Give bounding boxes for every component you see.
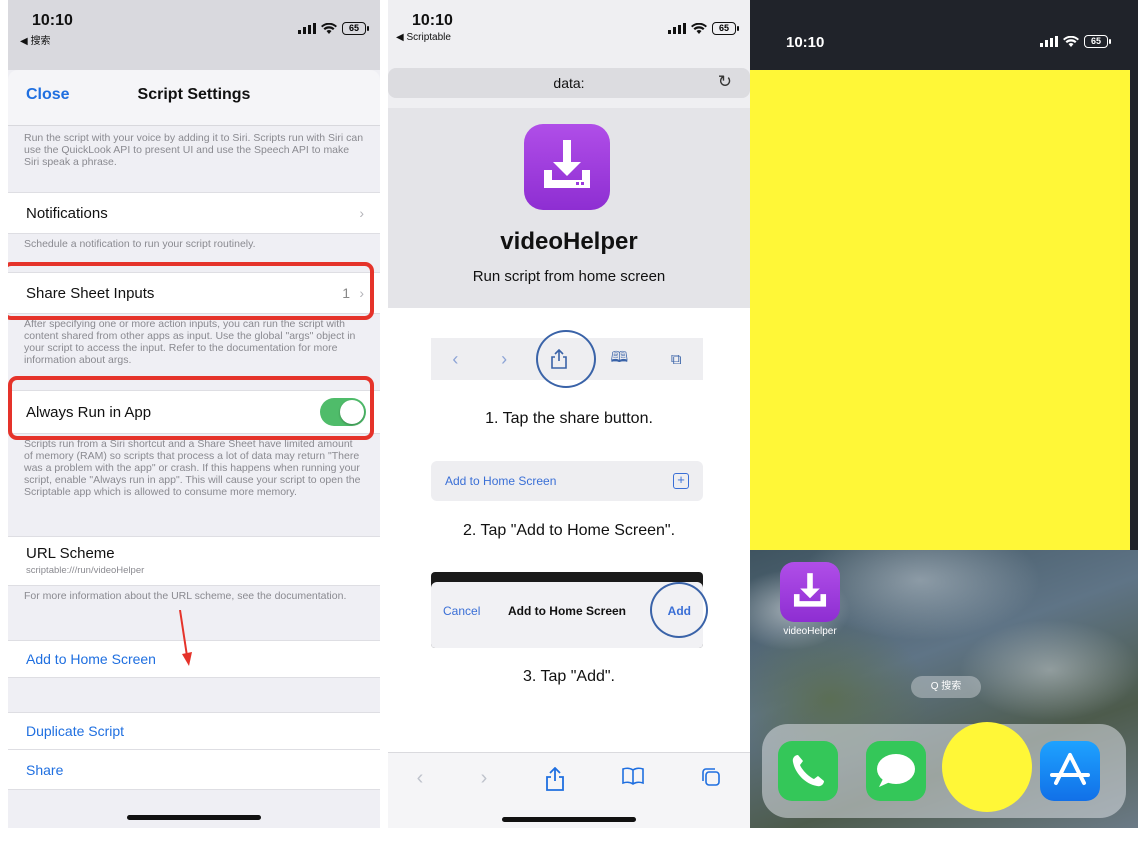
arrow-down-icon: [179, 610, 192, 666]
app-store-icon[interactable]: [1040, 741, 1100, 801]
battery-icon: 65: [1084, 35, 1111, 48]
home-indicator: [502, 817, 636, 822]
battery-icon: 65: [712, 22, 739, 35]
forward-icon[interactable]: ›: [481, 767, 488, 828]
app-subtitle: Run script from home screen: [472, 268, 666, 285]
highlight-share-sheet: [8, 262, 374, 320]
step-1-text: 1. Tap the share button.: [485, 410, 653, 427]
share-button[interactable]: Share: [8, 750, 380, 790]
demo-add-label: Add to Home Screen: [445, 474, 557, 488]
battery-icon: 65: [342, 22, 369, 35]
app-hero: videoHelper Run script from home screen: [388, 108, 750, 308]
redaction-block: [750, 70, 1130, 550]
notifications-note: Schedule a notification to run your scri…: [24, 238, 256, 250]
videohelper-app-label: videoHelper: [783, 626, 837, 637]
duplicate-script-button[interactable]: Duplicate Script: [8, 712, 380, 750]
status-time: 10:10: [786, 34, 825, 51]
add-highlight-circle: [650, 582, 708, 638]
url-scheme-value: scriptable:///run/videoHelper: [26, 565, 145, 576]
status-time: 10:10: [412, 12, 453, 29]
home-indicator: [127, 815, 261, 820]
url-scheme-row[interactable]: URL Scheme scriptable:///run/videoHelper: [8, 536, 380, 586]
app-name: videoHelper: [500, 228, 638, 255]
page-title: Script Settings: [137, 86, 251, 103]
redacted-app-icon: [942, 722, 1032, 812]
bookmarks-icon[interactable]: [622, 767, 644, 785]
highlight-always-run: [8, 376, 374, 440]
phone-icon[interactable]: [778, 741, 838, 801]
signal-icon: [668, 23, 686, 34]
demo-add-to-home-row: Add to Home Screen +: [431, 461, 703, 501]
siri-note: Run the script with your voice by adding…: [24, 132, 364, 168]
back-icon[interactable]: ‹: [417, 767, 424, 828]
back-to-app-link[interactable]: ◀ Scriptable: [396, 32, 451, 43]
status-bar: 10:10 ◀ Scriptable 65: [388, 0, 750, 66]
wifi-icon: [691, 22, 707, 34]
forward-icon: ›: [501, 348, 508, 369]
tabs-icon[interactable]: [701, 767, 721, 787]
home-search-button[interactable]: Q 搜索: [911, 676, 981, 698]
share-icon[interactable]: [545, 767, 565, 791]
system-icons: 65: [298, 22, 369, 35]
back-icon: ‹: [452, 348, 459, 369]
tabs-icon: ⧉: [670, 350, 682, 368]
download-icon: [524, 124, 610, 210]
wifi-icon: [321, 22, 337, 34]
notifications-row[interactable]: Notifications ›: [8, 192, 380, 234]
bookmarks-icon: 🕮: [610, 348, 629, 366]
nav-bar: Close Script Settings: [8, 70, 380, 126]
share-sheet-note: After specifying one or more action inpu…: [24, 318, 356, 366]
reload-icon[interactable]: ↻: [718, 72, 732, 92]
share-highlight-circle: [536, 330, 596, 388]
signal-icon: [298, 23, 316, 34]
chevron-right-icon: ›: [359, 205, 364, 221]
always-run-note: Scripts run from a Siri shortcut and a S…: [24, 438, 361, 498]
step-3-text: 3. Tap "Add".: [522, 668, 615, 685]
url-scheme-note: For more information about the URL schem…: [24, 590, 347, 602]
back-to-app-link[interactable]: ◀ 搜索: [20, 32, 50, 47]
url-scheme-label: URL Scheme: [26, 545, 115, 562]
status-bar: 10:10 65: [750, 0, 1138, 66]
plus-square-icon: +: [673, 473, 689, 489]
status-bar: 10:10 ◀ 搜索 65: [8, 0, 380, 70]
settings-sheet: Close Script Settings Run the script wit…: [8, 70, 380, 828]
videohelper-app-icon[interactable]: [780, 562, 840, 622]
system-icons: 65: [668, 22, 739, 35]
script-settings-panel: 10:10 ◀ 搜索 65 Close Script Settings Run …: [8, 0, 380, 828]
messages-icon[interactable]: [866, 741, 926, 801]
address-field[interactable]: data:: [388, 68, 750, 98]
notifications-label: Notifications: [26, 204, 108, 222]
home-screen-panel: 10:10 65 videoHelper Q 搜索: [750, 0, 1138, 828]
step-2-text: 2. Tap "Add to Home Screen".: [462, 522, 676, 539]
status-time: 10:10: [32, 12, 73, 29]
signal-icon: [1040, 36, 1058, 47]
system-icons: 65: [1040, 35, 1111, 48]
wifi-icon: [1063, 35, 1079, 47]
safari-instructions-panel: 10:10 ◀ Scriptable 65 data: ↻ videoHelpe…: [388, 0, 750, 828]
